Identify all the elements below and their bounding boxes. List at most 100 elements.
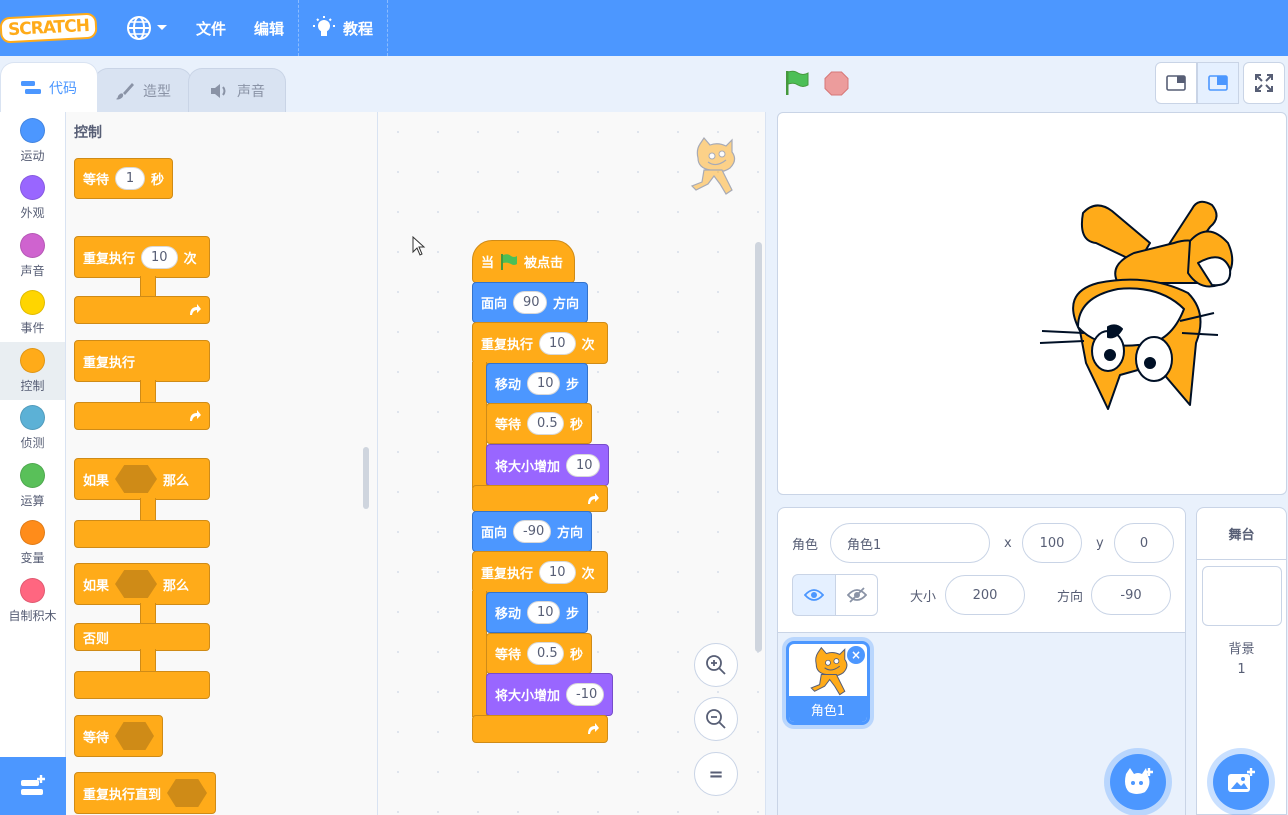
- point-in-direction-block[interactable]: 面向 -90 方向: [472, 511, 592, 552]
- block-label: 等待: [495, 648, 522, 663]
- wait-block[interactable]: 等待 0.5 秒: [486, 633, 592, 674]
- change-size-block[interactable]: 将大小增加 -10: [486, 673, 613, 716]
- category-variables[interactable]: 变量: [0, 515, 65, 573]
- wait-block[interactable]: 等待 1 秒: [74, 158, 174, 199]
- move-steps-block[interactable]: 移动 10 步: [486, 363, 588, 404]
- fullscreen-button[interactable]: [1243, 62, 1285, 104]
- loop-arrow-icon: [588, 492, 599, 504]
- tutorials-menu[interactable]: 教程: [299, 0, 387, 56]
- normal-stage-button[interactable]: [1197, 62, 1239, 104]
- zoom-in-button[interactable]: [694, 643, 738, 687]
- if-else-block[interactable]: 如果 那么: [74, 563, 210, 605]
- repeat-block-foot: [74, 296, 210, 324]
- block-label: 将大小增加: [495, 459, 561, 475]
- green-flag-icon[interactable]: [784, 70, 810, 96]
- repeat-count-input[interactable]: 10: [141, 245, 178, 269]
- block-label: 那么: [163, 473, 190, 489]
- direction-input[interactable]: 90: [513, 291, 547, 314]
- category-sensing[interactable]: 侦测: [0, 400, 65, 458]
- sprite-name-field[interactable]: 角色1: [830, 523, 990, 563]
- hide-sprite-button[interactable]: [836, 574, 878, 616]
- code-scrollbar[interactable]: [755, 242, 762, 652]
- repeat-block[interactable]: 重复执行 10 次: [74, 236, 210, 278]
- language-menu[interactable]: [112, 0, 182, 56]
- lightbulb-icon: [313, 16, 336, 36]
- block-label: 等待: [83, 173, 110, 188]
- choose-sprite-button[interactable]: [1110, 754, 1166, 810]
- block-label: 等待: [83, 730, 110, 746]
- size-change-input[interactable]: 10: [566, 453, 600, 477]
- category-operators[interactable]: 运算: [0, 457, 65, 515]
- category-events[interactable]: 事件: [0, 285, 65, 343]
- visibility-toggle: [792, 574, 878, 616]
- category-label: 外观: [20, 206, 45, 221]
- when-flag-clicked-hat[interactable]: 当 被点击: [472, 240, 575, 283]
- delete-sprite-button[interactable]: ×: [847, 646, 865, 664]
- change-size-block[interactable]: 将大小增加 10: [486, 444, 609, 486]
- repeat-block[interactable]: 重复执行 10 次: [472, 551, 608, 593]
- file-menu[interactable]: 文件: [182, 0, 240, 56]
- small-stage-button[interactable]: [1155, 62, 1197, 104]
- forever-block[interactable]: 重复执行: [74, 340, 210, 382]
- repeat-block[interactable]: 重复执行 10 次: [472, 322, 608, 364]
- point-in-direction-block[interactable]: 面向 90 方向: [472, 282, 588, 323]
- wait-block[interactable]: 等待 0.5 秒: [486, 403, 592, 444]
- category-sound[interactable]: 声音: [0, 227, 65, 285]
- x-position-field[interactable]: 100: [1022, 523, 1082, 563]
- add-extension-button[interactable]: [0, 757, 66, 815]
- category-control[interactable]: 控制: [0, 342, 65, 400]
- stop-icon[interactable]: [824, 71, 849, 96]
- condition-slot[interactable]: [115, 465, 158, 493]
- size-change-input[interactable]: -10: [566, 683, 604, 706]
- zoom-in-icon: [706, 655, 726, 675]
- size-field[interactable]: 200: [945, 575, 1025, 615]
- stage-canvas[interactable]: [777, 112, 1287, 495]
- if-else-block-foot: [74, 671, 210, 699]
- category-looks[interactable]: 外观: [0, 170, 65, 228]
- wait-seconds-input[interactable]: 1: [115, 167, 146, 190]
- repeat-until-block[interactable]: 重复执行直到: [74, 772, 216, 814]
- move-steps-block[interactable]: 移动 10 步: [486, 592, 588, 633]
- tab-code[interactable]: 代码: [0, 62, 98, 112]
- editor-tabs: 代码 造型 声音: [0, 62, 286, 112]
- stage-thumbnail[interactable]: [1202, 566, 1282, 626]
- repeat-count-input[interactable]: 10: [539, 560, 576, 584]
- tab-sounds[interactable]: 声音: [188, 68, 286, 112]
- y-position-field[interactable]: 0: [1114, 523, 1174, 563]
- if-then-block[interactable]: 如果 那么: [74, 458, 210, 500]
- block-label: 移动: [495, 378, 522, 393]
- block-label: 被点击: [524, 256, 564, 271]
- steps-input[interactable]: 10: [527, 601, 560, 624]
- tab-code-label: 代码: [49, 80, 77, 97]
- direction-input[interactable]: -90: [513, 520, 551, 543]
- block-label: 当: [481, 256, 495, 271]
- palette-scrollbar[interactable]: [363, 447, 369, 509]
- zoom-out-button[interactable]: [694, 697, 738, 741]
- wait-seconds-input[interactable]: 0.5: [527, 412, 564, 435]
- condition-slot[interactable]: [167, 779, 207, 807]
- x-value: 100: [1039, 535, 1065, 551]
- condition-slot[interactable]: [115, 570, 158, 598]
- steps-input[interactable]: 10: [527, 372, 560, 395]
- y-value: 0: [1139, 535, 1149, 551]
- scratch-logo[interactable]: SCRATCH: [0, 12, 98, 44]
- wait-seconds-input[interactable]: 0.5: [527, 642, 564, 665]
- direction-field[interactable]: -90: [1091, 575, 1171, 615]
- show-sprite-button[interactable]: [792, 574, 836, 616]
- wait-until-block[interactable]: 等待: [74, 715, 163, 757]
- category-motion[interactable]: 运动: [0, 112, 65, 170]
- category-dot: [20, 520, 45, 546]
- choose-backdrop-button[interactable]: [1213, 754, 1269, 810]
- block-label: 秒: [569, 648, 583, 663]
- condition-slot[interactable]: [115, 722, 154, 750]
- edit-menu[interactable]: 编辑: [240, 0, 298, 56]
- if-block-arm: [140, 498, 156, 522]
- category-label: 事件: [20, 321, 45, 336]
- block-label: 将大小增加: [495, 689, 561, 704]
- tab-costumes[interactable]: 造型: [94, 68, 192, 112]
- zoom-reset-button[interactable]: =: [694, 752, 738, 796]
- category-my-blocks[interactable]: 自制积木: [0, 572, 65, 630]
- block-label: 步: [565, 607, 579, 622]
- repeat-count-input[interactable]: 10: [539, 331, 576, 355]
- sprite-thumbnail[interactable]: × 角色1: [786, 641, 870, 725]
